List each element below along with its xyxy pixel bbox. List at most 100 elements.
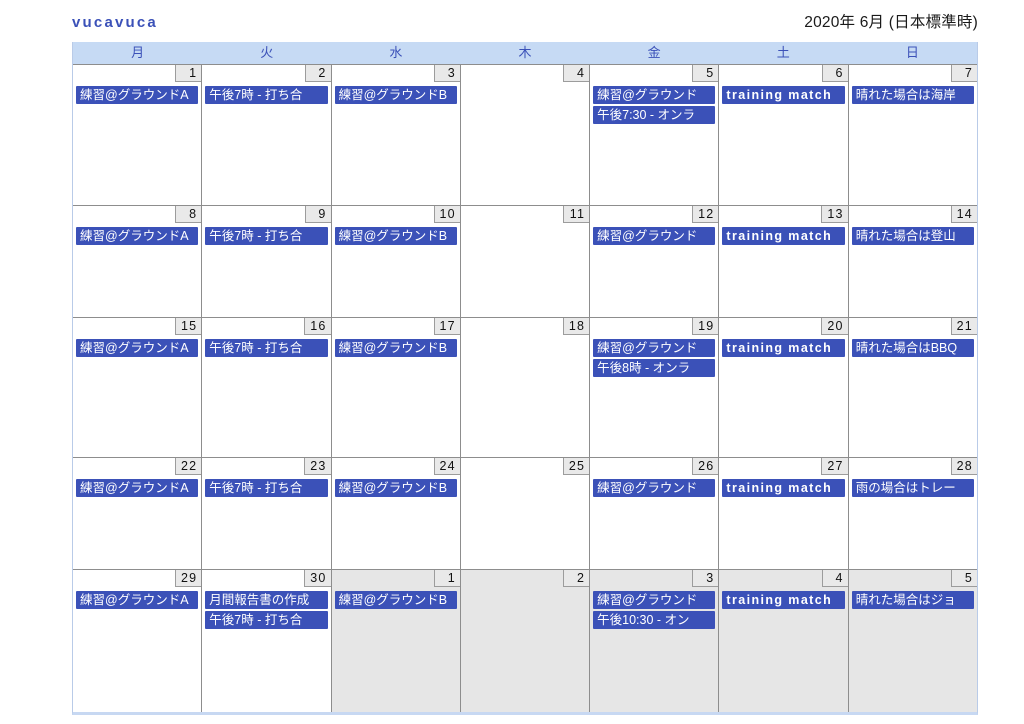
day-number[interactable]: 11 [563, 206, 590, 223]
calendar-event[interactable]: 練習@グラウンドA [76, 339, 199, 357]
day-cell[interactable]: 10 練習@グラウンドB [331, 206, 461, 317]
day-cell[interactable]: 2 [460, 570, 591, 712]
day-number[interactable]: 23 [304, 458, 331, 475]
calendar-event[interactable]: 練習@グラウンドA [76, 591, 199, 609]
day-number[interactable]: 16 [304, 318, 331, 335]
day-cell[interactable]: 23 午後7時 - 打ち合 [202, 458, 332, 569]
day-number[interactable]: 10 [433, 206, 460, 223]
calendar-event[interactable]: 晴れた場合はジョ [851, 591, 974, 609]
day-number[interactable]: 2 [304, 65, 331, 82]
day-cell[interactable]: 22 練習@グラウンドA [73, 458, 203, 569]
calendar-event[interactable]: 午後10:30 - オン [593, 611, 716, 629]
day-cell[interactable]: 11 [460, 206, 591, 317]
day-cell[interactable]: 16 午後7時 - 打ち合 [202, 318, 332, 457]
day-cell[interactable]: 8 練習@グラウンドA [73, 206, 203, 317]
day-cell[interactable]: 3 練習@グラウンド 午後10:30 - オン [590, 570, 720, 712]
day-cell[interactable]: 13 training match [719, 206, 849, 317]
day-number[interactable]: 3 [692, 570, 719, 587]
calendar-event[interactable]: 練習@グラウンド [593, 227, 716, 245]
calendar-event[interactable]: 雨の場合はトレー [851, 479, 974, 497]
day-number[interactable]: 27 [821, 458, 848, 475]
calendar-event[interactable]: training match [722, 591, 845, 609]
calendar-event[interactable]: 晴れた場合は海岸 [851, 86, 974, 104]
day-number[interactable]: 26 [692, 458, 719, 475]
day-cell[interactable]: 28 雨の場合はトレー [848, 458, 977, 569]
day-number[interactable]: 1 [433, 570, 460, 587]
calendar-event[interactable]: 午後7時 - 打ち合 [205, 339, 328, 357]
day-number[interactable]: 24 [433, 458, 460, 475]
day-number[interactable]: 20 [821, 318, 848, 335]
day-cell[interactable]: 15 練習@グラウンドA [73, 318, 203, 457]
day-cell[interactable]: 12 練習@グラウンド [590, 206, 720, 317]
day-number[interactable]: 8 [175, 206, 202, 223]
day-cell[interactable]: 17 練習@グラウンドB [331, 318, 461, 457]
day-number[interactable]: 28 [950, 458, 977, 475]
day-number[interactable]: 18 [562, 318, 590, 335]
day-number[interactable]: 19 [692, 318, 719, 335]
day-number[interactable]: 17 [433, 318, 460, 335]
calendar-event[interactable]: training match [722, 86, 845, 104]
day-number[interactable]: 13 [821, 206, 848, 223]
calendar-event[interactable]: 午後7時 - 打ち合 [205, 611, 328, 629]
day-number[interactable]: 12 [692, 206, 719, 223]
day-number[interactable]: 7 [950, 65, 977, 82]
day-cell[interactable]: 24 練習@グラウンドB [331, 458, 461, 569]
day-cell[interactable]: 4 training match [719, 570, 849, 712]
calendar-event[interactable]: 練習@グラウンドB [334, 339, 457, 357]
calendar-event[interactable]: 練習@グラウンドB [334, 86, 457, 104]
day-cell[interactable]: 27 training match [719, 458, 849, 569]
calendar-event[interactable]: 練習@グラウンドB [334, 227, 457, 245]
day-number[interactable]: 6 [821, 65, 848, 82]
day-cell[interactable]: 4 [460, 65, 591, 205]
calendar-event[interactable]: 練習@グラウンド [593, 339, 716, 357]
calendar-event[interactable]: 午後7時 - 打ち合 [205, 479, 328, 497]
day-number[interactable]: 4 [563, 65, 590, 82]
calendar-event[interactable]: 練習@グラウンドB [334, 479, 457, 497]
calendar-event[interactable]: 練習@グラウンド [593, 479, 716, 497]
day-cell[interactable]: 14 晴れた場合は登山 [848, 206, 977, 317]
day-cell[interactable]: 5 晴れた場合はジョ [848, 570, 977, 712]
day-number[interactable]: 15 [174, 318, 202, 335]
calendar-event[interactable]: training match [722, 227, 845, 245]
day-cell[interactable]: 19 練習@グラウンド 午後8時 - オンラ [590, 318, 720, 457]
calendar-event[interactable]: 晴れた場合はBBQ [851, 339, 974, 357]
calendar-event[interactable]: 午後7時 - 打ち合 [205, 227, 328, 245]
day-cell[interactable]: 1 練習@グラウンドB [331, 570, 461, 712]
calendar-event[interactable]: 練習@グラウンドB [334, 591, 457, 609]
day-number[interactable]: 5 [950, 570, 977, 587]
day-number[interactable]: 21 [950, 318, 977, 335]
calendar-event[interactable]: 午後8時 - オンラ [593, 359, 716, 377]
day-number[interactable]: 1 [175, 65, 202, 82]
day-cell[interactable]: 1 練習@グラウンドA [73, 65, 203, 205]
calendar-event[interactable]: 練習@グラウンド [593, 591, 716, 609]
day-number[interactable]: 29 [174, 570, 202, 587]
calendar-event[interactable]: 練習@グラウンドA [76, 86, 199, 104]
day-cell[interactable]: 7 晴れた場合は海岸 [848, 65, 977, 205]
day-cell[interactable]: 20 training match [719, 318, 849, 457]
calendar-event[interactable]: 練習@グラウンドA [76, 227, 199, 245]
day-cell[interactable]: 30 月間報告書の作成 午後7時 - 打ち合 [202, 570, 332, 712]
day-cell[interactable]: 3 練習@グラウンドB [331, 65, 461, 205]
day-number[interactable]: 4 [821, 570, 848, 587]
calendar-event[interactable]: 練習@グラウンドA [76, 479, 199, 497]
day-cell[interactable]: 9 午後7時 - 打ち合 [202, 206, 332, 317]
day-number[interactable]: 9 [304, 206, 331, 223]
day-number[interactable]: 5 [692, 65, 719, 82]
day-number[interactable]: 30 [304, 570, 331, 587]
day-number[interactable]: 25 [562, 458, 590, 475]
day-number[interactable]: 3 [433, 65, 460, 82]
calendar-event[interactable]: 練習@グラウンド [593, 86, 716, 104]
day-cell[interactable]: 5 練習@グラウンド 午後7:30 - オンラ [590, 65, 720, 205]
day-cell[interactable]: 21 晴れた場合はBBQ [848, 318, 977, 457]
day-number[interactable]: 2 [563, 570, 590, 587]
day-cell[interactable]: 26 練習@グラウンド [590, 458, 720, 569]
calendar-event[interactable]: training match [722, 339, 845, 357]
day-cell[interactable]: 6 training match [719, 65, 849, 205]
day-cell[interactable]: 18 [460, 318, 591, 457]
day-cell[interactable]: 29 練習@グラウンドA [73, 570, 203, 712]
day-cell[interactable]: 25 [460, 458, 591, 569]
day-number[interactable]: 14 [950, 206, 977, 223]
calendar-event[interactable]: training match [722, 479, 845, 497]
calendar-event[interactable]: 月間報告書の作成 [205, 591, 328, 609]
calendar-event[interactable]: 午後7:30 - オンラ [593, 106, 716, 124]
